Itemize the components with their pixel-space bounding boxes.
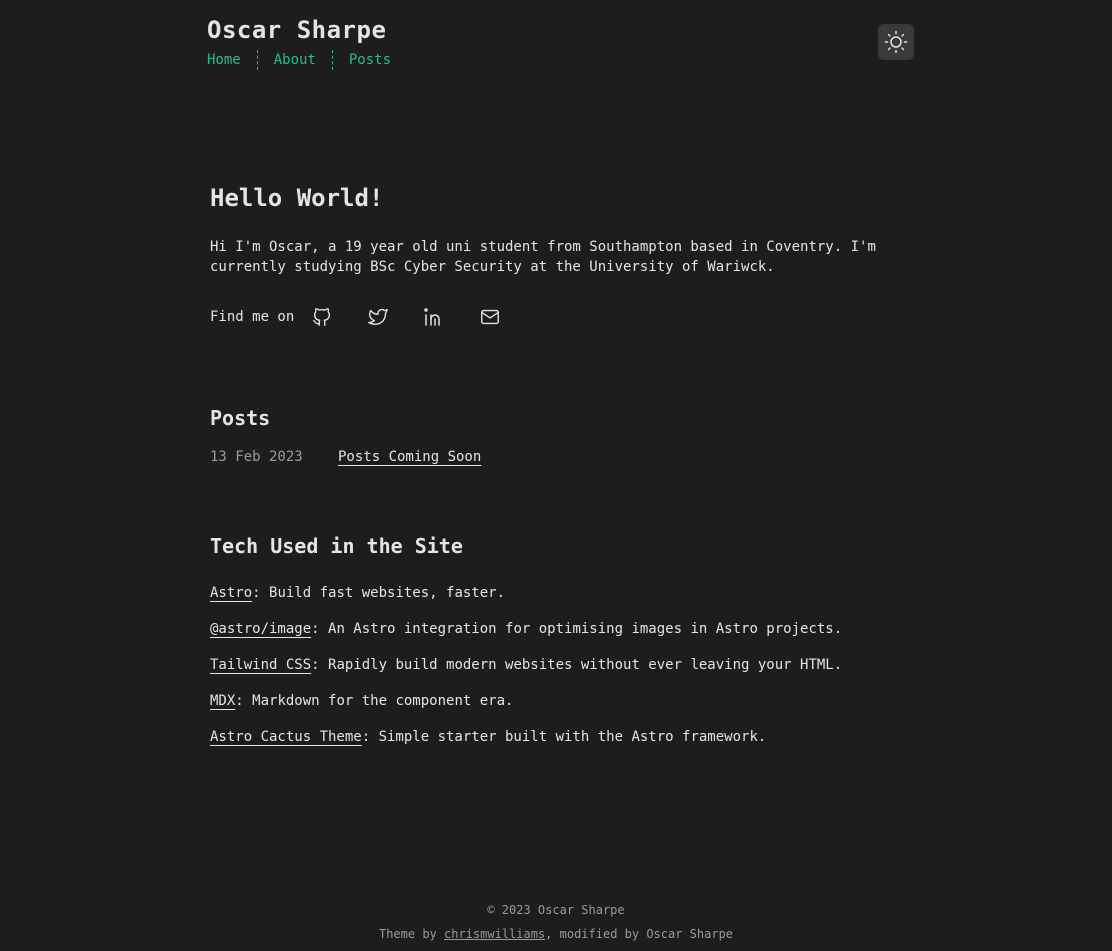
- github-icon: [311, 306, 333, 328]
- tech-item: Tailwind CSS: Rapidly build modern websi…: [210, 655, 842, 691]
- tech-link-astro-cactus[interactable]: Astro Cactus Theme: [210, 729, 362, 745]
- twitter-icon: [367, 306, 389, 328]
- tech-desc: : Rapidly build modern websites without …: [311, 657, 843, 673]
- twitter-link[interactable]: [362, 301, 394, 333]
- linkedin-icon: [422, 305, 446, 329]
- tech-desc: : An Astro integration for optimising im…: [311, 621, 843, 637]
- tech-desc: : Markdown for the component era.: [235, 693, 514, 709]
- tech-heading: Tech Used in the Site: [210, 534, 463, 558]
- nav-about[interactable]: About: [274, 49, 316, 71]
- sun-icon: [884, 30, 908, 54]
- post-link[interactable]: Posts Coming Soon: [338, 447, 481, 467]
- site-title[interactable]: Oscar Sharpe: [207, 15, 391, 45]
- footer-credit: Theme by chrismwilliams, modified by Osc…: [0, 924, 1112, 944]
- site-header: Oscar Sharpe Home About Posts: [207, 15, 391, 71]
- hero-heading: Hello World!: [210, 184, 384, 212]
- footer-copyright: © 2023 Oscar Sharpe: [487, 903, 625, 917]
- tech-link-astro-image[interactable]: @astro/image: [210, 621, 311, 637]
- tech-desc: : Build fast websites, faster.: [252, 585, 506, 601]
- social-links: Find me on: [210, 301, 910, 333]
- tech-item: MDX: Markdown for the component era.: [210, 691, 842, 727]
- theme-toggle-button[interactable]: [878, 24, 914, 60]
- site-footer: © 2023 Oscar Sharpe Theme by chrismwilli…: [0, 900, 1112, 944]
- tech-item: Astro: Build fast websites, faster.: [210, 583, 842, 619]
- hero-section: Hello World! Hi I'm Oscar, a 19 year old…: [210, 180, 910, 333]
- tech-link-tailwind[interactable]: Tailwind CSS: [210, 657, 311, 673]
- footer-theme-suffix: , modified by Oscar Sharpe: [545, 927, 734, 941]
- find-me-label: Find me on: [210, 309, 295, 325]
- posts-heading: Posts: [210, 406, 271, 430]
- linkedin-link[interactable]: [418, 301, 450, 333]
- tech-list: Astro: Build fast websites, faster. @ast…: [210, 583, 842, 763]
- nav-divider: [331, 50, 333, 70]
- footer-theme-prefix: Theme by: [378, 927, 445, 941]
- theme-author-link[interactable]: chrismwilliams: [444, 927, 545, 941]
- tech-link-astro[interactable]: Astro: [210, 585, 252, 601]
- nav-posts[interactable]: Posts: [349, 49, 391, 71]
- nav-divider: [256, 50, 258, 70]
- post-date: 13 Feb 2023: [210, 449, 303, 465]
- github-link[interactable]: [306, 301, 338, 333]
- post-item: 13 Feb 2023 Posts Coming Soon: [210, 447, 481, 467]
- hero-intro: Hi I'm Oscar, a 19 year old uni student …: [210, 239, 876, 275]
- mail-icon: [479, 306, 501, 328]
- mail-link[interactable]: [474, 301, 506, 333]
- tech-desc: : Simple starter built with the Astro fr…: [361, 729, 767, 745]
- tech-item: @astro/image: An Astro integration for o…: [210, 619, 842, 655]
- tech-link-mdx[interactable]: MDX: [210, 693, 235, 709]
- nav-home[interactable]: Home: [207, 49, 241, 71]
- main-nav: Home About Posts: [207, 49, 391, 71]
- tech-item: Astro Cactus Theme: Simple starter built…: [210, 727, 842, 763]
